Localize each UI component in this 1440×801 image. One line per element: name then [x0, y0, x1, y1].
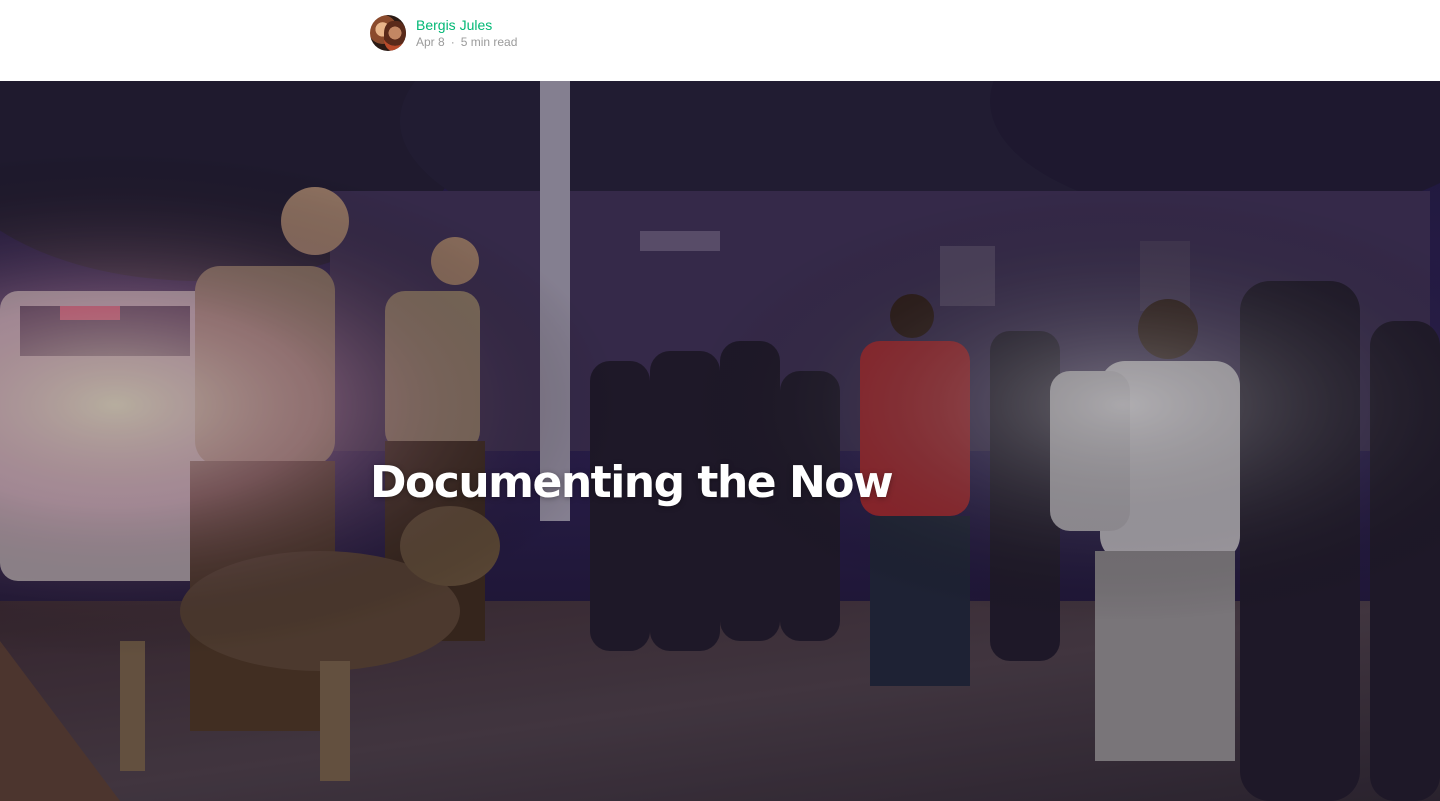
byline-meta: Bergis Jules Apr 8 · 5 min read [416, 16, 517, 50]
author-name-link[interactable]: Bergis Jules [416, 16, 517, 34]
author-avatar[interactable] [370, 15, 406, 51]
post-date[interactable]: Apr 8 [416, 34, 445, 50]
post-meta: Apr 8 · 5 min read [416, 34, 517, 50]
post-title: Documenting the Now [370, 457, 894, 508]
post-byline: Bergis Jules Apr 8 · 5 min read [370, 15, 517, 51]
avatar-image [384, 21, 406, 51]
read-time: 5 min read [460, 35, 518, 49]
hero-image: Documenting the Now [0, 81, 1440, 801]
hero-overlay [0, 81, 1440, 801]
meta-separator: · [450, 35, 455, 49]
